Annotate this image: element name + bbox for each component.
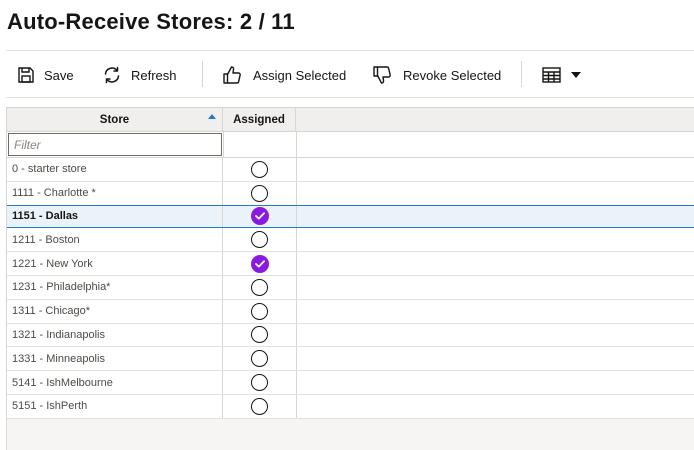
assigned-unchecked-icon[interactable] xyxy=(251,231,268,249)
sort-ascending-icon xyxy=(208,114,216,119)
assigned-cell xyxy=(223,228,296,251)
row-filler xyxy=(296,347,694,371)
assigned-checked-icon[interactable] xyxy=(250,207,269,226)
thumbs-down-icon xyxy=(372,65,392,85)
column-header-assigned[interactable]: Assigned xyxy=(223,108,296,132)
store-cell: 5141 - IshMelbourne xyxy=(7,371,223,394)
table-row[interactable]: 1111 - Charlotte * xyxy=(7,181,694,206)
store-cell: 0 - starter store xyxy=(7,158,223,181)
toolbar-bottom-divider xyxy=(6,97,694,98)
toolbar-separator xyxy=(521,61,522,87)
assigned-cell xyxy=(223,206,296,228)
table-row[interactable]: 1231 - Philadelphia* xyxy=(7,275,694,300)
assigned-unchecked-icon[interactable] xyxy=(251,160,268,178)
assigned-cell xyxy=(223,276,296,299)
row-filler xyxy=(296,181,694,205)
row-filler xyxy=(296,252,694,275)
store-cell: 1211 - Boston xyxy=(7,228,223,252)
row-filler xyxy=(296,205,694,228)
table-row[interactable]: 1311 - Chicago* xyxy=(7,299,694,324)
assigned-cell xyxy=(223,252,296,275)
store-cell: 1221 - New York xyxy=(7,252,223,275)
row-filler xyxy=(296,275,694,299)
assigned-checked-icon[interactable] xyxy=(250,254,269,273)
table-row[interactable]: 1151 - Dallas xyxy=(7,204,694,229)
refresh-button[interactable]: Refresh xyxy=(102,63,177,87)
table-row[interactable]: 1211 - Boston xyxy=(7,228,694,253)
assigned-cell xyxy=(223,324,296,347)
column-divider xyxy=(296,132,297,157)
assigned-unchecked-icon[interactable] xyxy=(251,278,268,296)
table-row[interactable]: 1331 - Minneapolis xyxy=(7,347,694,372)
row-filler xyxy=(296,299,694,323)
assigned-unchecked-icon[interactable] xyxy=(251,374,268,392)
store-cell: 1231 - Philadelphia* xyxy=(7,275,223,299)
revoke-selected-button[interactable]: Revoke Selected xyxy=(372,63,501,87)
table-row[interactable]: 1221 - New York xyxy=(7,252,694,276)
assigned-unchecked-icon[interactable] xyxy=(251,326,268,344)
caret-down-icon xyxy=(571,72,581,78)
assigned-cell xyxy=(223,300,296,323)
store-cell: 1311 - Chicago* xyxy=(7,299,223,323)
toolbar: Save Refresh Assign Selected Revoke Sele… xyxy=(6,51,694,97)
assigned-unchecked-icon[interactable] xyxy=(251,184,268,202)
column-header-assigned-label: Assigned xyxy=(233,114,285,126)
store-filter-input[interactable] xyxy=(8,133,222,156)
filter-row xyxy=(7,132,694,158)
assigned-unchecked-icon[interactable] xyxy=(251,302,268,320)
table-row[interactable]: 0 - starter store xyxy=(7,158,694,182)
assigned-cell xyxy=(223,371,296,394)
table-row[interactable]: 5141 - IshMelbourne xyxy=(7,371,694,395)
grid-rows: 0 - starter store 1111 - Charlotte * 1151 … xyxy=(7,158,694,419)
refresh-button-label: Refresh xyxy=(131,67,177,83)
grid-header: Store Assigned xyxy=(7,107,694,132)
save-button-label: Save xyxy=(44,67,74,83)
store-cell: 1111 - Charlotte * xyxy=(7,181,223,205)
row-filler xyxy=(296,228,694,252)
view-menu-button[interactable] xyxy=(542,63,581,87)
row-filler xyxy=(296,158,694,181)
row-filler xyxy=(296,371,694,394)
floppy-disk-icon xyxy=(17,66,35,84)
store-cell: 1331 - Minneapolis xyxy=(7,347,223,371)
table-row[interactable]: 5151 - IshPerth xyxy=(7,394,694,419)
store-cell: 1321 - Indianapolis xyxy=(7,323,223,347)
save-button[interactable]: Save xyxy=(17,63,74,87)
revoke-selected-label: Revoke Selected xyxy=(403,67,502,83)
assign-selected-label: Assign Selected xyxy=(253,67,347,83)
assigned-cell xyxy=(223,158,296,181)
refresh-icon xyxy=(102,66,122,84)
page-title: Auto-Receive Stores: 2 / 11 xyxy=(7,9,295,34)
store-cell: 5151 - IshPerth xyxy=(7,394,223,418)
table-row[interactable]: 1321 - Indianapolis xyxy=(7,323,694,348)
column-divider xyxy=(223,132,224,157)
table-grid-icon xyxy=(542,67,561,83)
store-cell: 1151 - Dallas xyxy=(7,205,223,228)
toolbar-separator xyxy=(202,61,203,87)
row-filler xyxy=(296,394,694,418)
thumbs-up-icon xyxy=(222,65,242,85)
assigned-cell xyxy=(223,347,296,370)
assigned-unchecked-icon[interactable] xyxy=(251,397,268,415)
assign-selected-button[interactable]: Assign Selected xyxy=(222,63,346,87)
assigned-unchecked-icon[interactable] xyxy=(251,350,268,368)
row-filler xyxy=(296,323,694,347)
assigned-cell xyxy=(223,395,296,418)
column-header-store[interactable]: Store xyxy=(7,108,223,132)
assigned-cell xyxy=(223,182,296,205)
column-header-store-label: Store xyxy=(99,114,130,126)
stores-grid: Store Assigned 0 - starter store1111 - C… xyxy=(6,107,694,450)
